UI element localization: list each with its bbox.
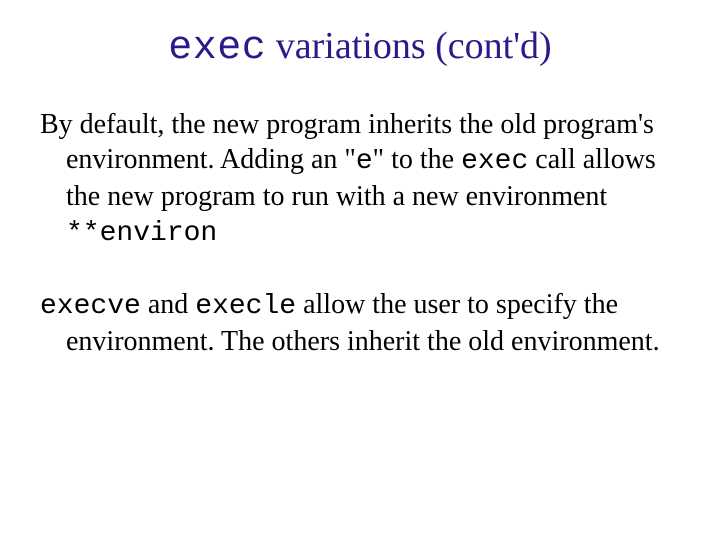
title-code: exec	[168, 26, 266, 71]
slide-title: exec variations (cont'd)	[40, 24, 680, 71]
slide-body: By default, the new program inherits the…	[40, 107, 680, 359]
paragraph-1: By default, the new program inherits the…	[40, 107, 680, 251]
p2-code-execle: execle	[195, 291, 296, 322]
p2-text-1: and	[141, 289, 195, 320]
paragraph-2: execve and execle allow the user to spec…	[40, 287, 680, 359]
p1-code-environ: **environ	[66, 218, 217, 249]
slide: exec variations (cont'd) By default, the…	[0, 0, 720, 540]
p1-code-exec: exec	[461, 146, 528, 177]
p1-text-2: " to the	[373, 144, 461, 175]
title-rest: variations (cont'd)	[266, 25, 551, 67]
p2-code-execve: execve	[40, 291, 141, 322]
p1-code-e: e	[356, 146, 373, 177]
